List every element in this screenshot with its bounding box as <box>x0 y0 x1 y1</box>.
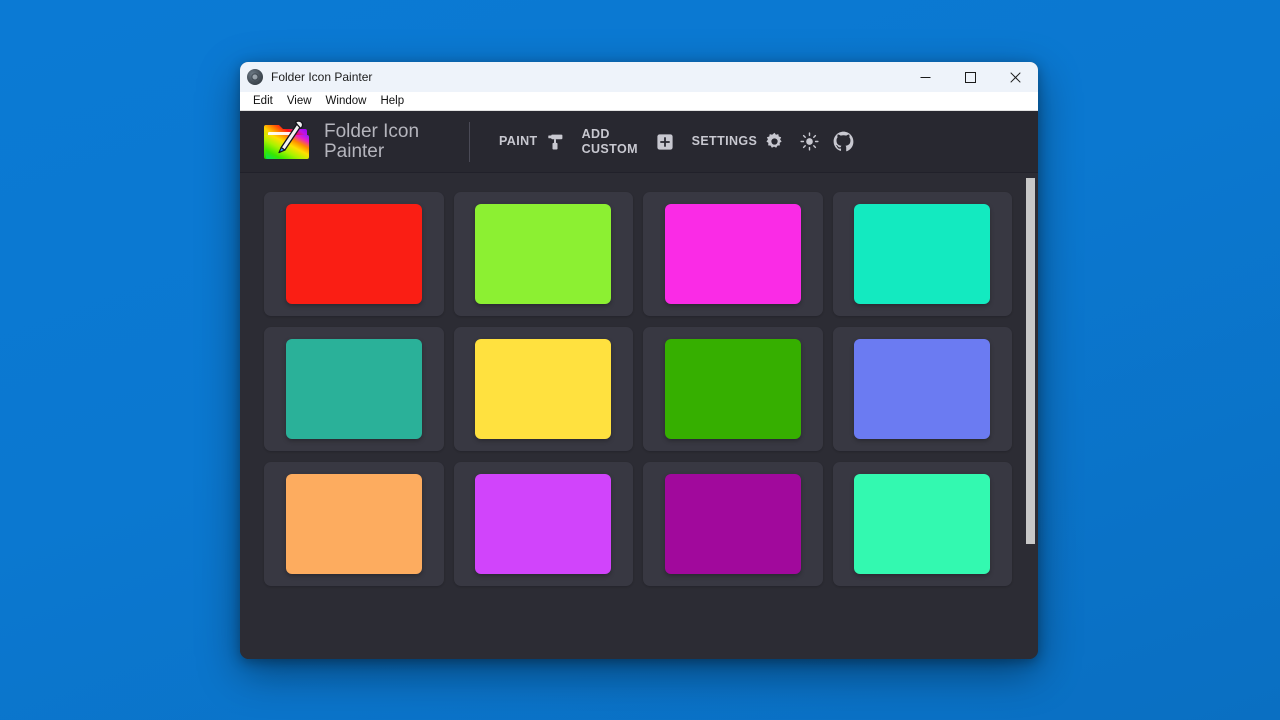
swatch-card[interactable] <box>832 327 1012 451</box>
menu-item-window[interactable]: Window <box>319 92 374 110</box>
application-window: Folder Icon Painter Edit View Window Hel… <box>240 62 1038 659</box>
swatch-card[interactable] <box>453 462 633 586</box>
settings-button[interactable]: SETTINGS <box>683 126 794 157</box>
add-custom-button-label: ADD CUSTOM <box>581 126 638 156</box>
color-swatch-green[interactable] <box>664 339 801 439</box>
logo-svg <box>264 119 309 159</box>
header-divider <box>469 121 470 162</box>
vertical-scrollbar[interactable] <box>1026 173 1035 659</box>
close-button[interactable] <box>993 62 1038 92</box>
maximize-icon <box>965 71 976 83</box>
color-swatch-magenta[interactable] <box>664 204 801 304</box>
swatch-card[interactable] <box>453 192 633 316</box>
header-actions: PAINT ADD CUSTOM SETTINGS <box>490 121 861 163</box>
app-logo-icon <box>247 69 263 85</box>
swatch-card[interactable] <box>643 462 823 586</box>
close-icon <box>1010 71 1021 83</box>
swatch-card[interactable] <box>832 462 1012 586</box>
swatch-card[interactable] <box>643 327 823 451</box>
page-title: Folder Icon Painter <box>324 120 420 162</box>
plus-square-icon <box>656 133 673 150</box>
menu-item-help[interactable]: Help <box>373 92 411 110</box>
rainbow-folder-paintbrush-icon <box>262 119 310 164</box>
color-swatch-light-orange[interactable] <box>285 474 422 574</box>
menubar: Edit View Window Help <box>240 92 1038 111</box>
swatch-card[interactable] <box>264 327 444 451</box>
paint-roller-icon <box>547 134 562 149</box>
window-title: Folder Icon Painter <box>271 70 373 84</box>
menu-item-view[interactable]: View <box>280 92 319 110</box>
swatch-card[interactable] <box>264 192 444 316</box>
paint-button[interactable]: PAINT <box>490 127 573 157</box>
minimize-button[interactable] <box>903 62 948 92</box>
swatch-grid <box>264 192 1012 586</box>
paint-button-label: PAINT <box>499 134 538 148</box>
minimize-icon <box>920 76 931 78</box>
window-controls <box>903 62 1038 92</box>
color-swatch-turquoise[interactable] <box>854 204 991 304</box>
github-icon <box>833 131 854 152</box>
app-body <box>240 173 1038 659</box>
app-header: Folder Icon Painter PAINT ADD CUSTOM SET… <box>240 111 1038 173</box>
swatch-card[interactable] <box>643 192 823 316</box>
maximize-button[interactable] <box>948 62 993 92</box>
gear-icon <box>766 132 782 148</box>
color-swatch-lime-green[interactable] <box>475 204 612 304</box>
theme-toggle-button[interactable] <box>793 126 826 157</box>
settings-button-label: SETTINGS <box>691 134 758 148</box>
color-swatch-yellow[interactable] <box>475 339 612 439</box>
swatch-card[interactable] <box>453 327 633 451</box>
brand: Folder Icon Painter <box>262 119 449 164</box>
color-swatch-periwinkle[interactable] <box>854 339 991 439</box>
color-swatch-orchid[interactable] <box>475 474 612 574</box>
swatch-card[interactable] <box>832 192 1012 316</box>
swatch-scroll-area <box>240 173 1038 659</box>
color-swatch-red[interactable] <box>285 204 422 304</box>
add-custom-button[interactable]: ADD CUSTOM <box>573 121 683 163</box>
github-link-button[interactable] <box>826 125 861 158</box>
swatch-card[interactable] <box>264 462 444 586</box>
scrollbar-thumb[interactable] <box>1026 178 1035 544</box>
menu-item-edit[interactable]: Edit <box>246 92 280 110</box>
color-swatch-spring-green[interactable] <box>854 474 991 574</box>
color-swatch-dark-magenta[interactable] <box>664 474 801 574</box>
sun-icon <box>800 132 819 151</box>
window-titlebar[interactable]: Folder Icon Painter <box>240 62 1038 92</box>
color-swatch-teal[interactable] <box>285 339 422 439</box>
